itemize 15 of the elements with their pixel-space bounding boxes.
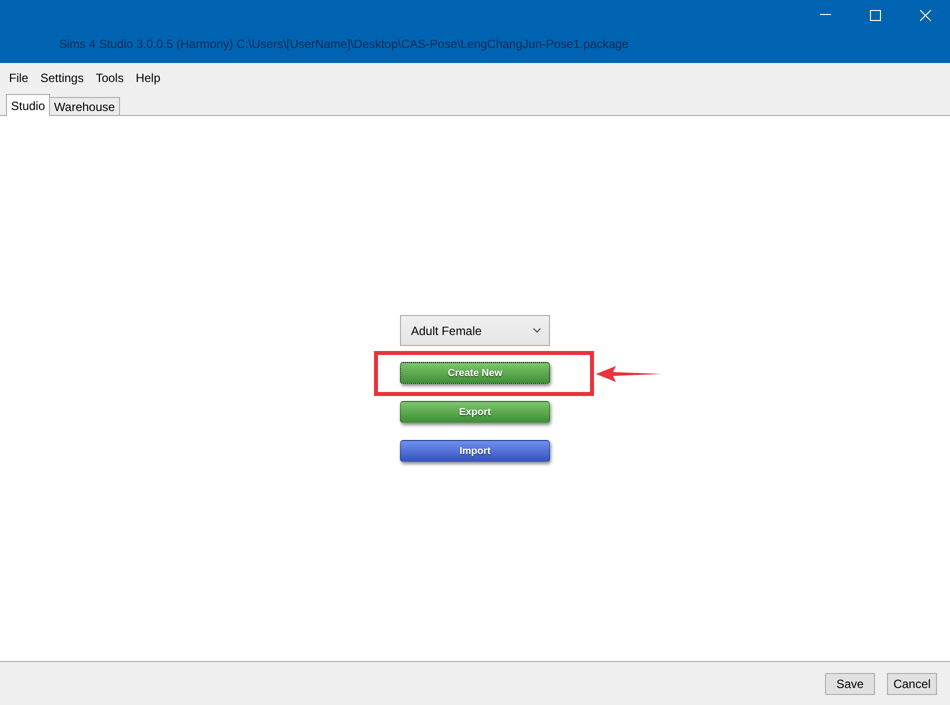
tab[interactable]: Studio bbox=[6, 94, 50, 116]
minimize-icon bbox=[820, 14, 830, 16]
maximize-icon bbox=[870, 10, 880, 20]
menu-item[interactable]: File bbox=[3, 71, 34, 85]
chevron-down-icon bbox=[533, 328, 541, 333]
menu-item[interactable]: Tools bbox=[90, 71, 130, 85]
menu-item[interactable]: Settings bbox=[34, 71, 90, 85]
action-button[interactable]: Import bbox=[400, 440, 550, 462]
age-dropdown[interactable]: Adult Female bbox=[400, 315, 550, 346]
menu-item[interactable]: Help bbox=[130, 71, 166, 85]
footer-button[interactable]: Cancel bbox=[887, 672, 937, 694]
tab[interactable]: Warehouse bbox=[49, 97, 120, 116]
window-title: Sims 4 Studio 3.0.0.5 (Harmony) C:\Users\[UserName]\Desktop\CAS-Pose\LengChangJun-Pose1.package bbox=[59, 37, 629, 51]
close-icon bbox=[920, 10, 930, 20]
footer-button[interactable]: Save bbox=[825, 672, 875, 694]
